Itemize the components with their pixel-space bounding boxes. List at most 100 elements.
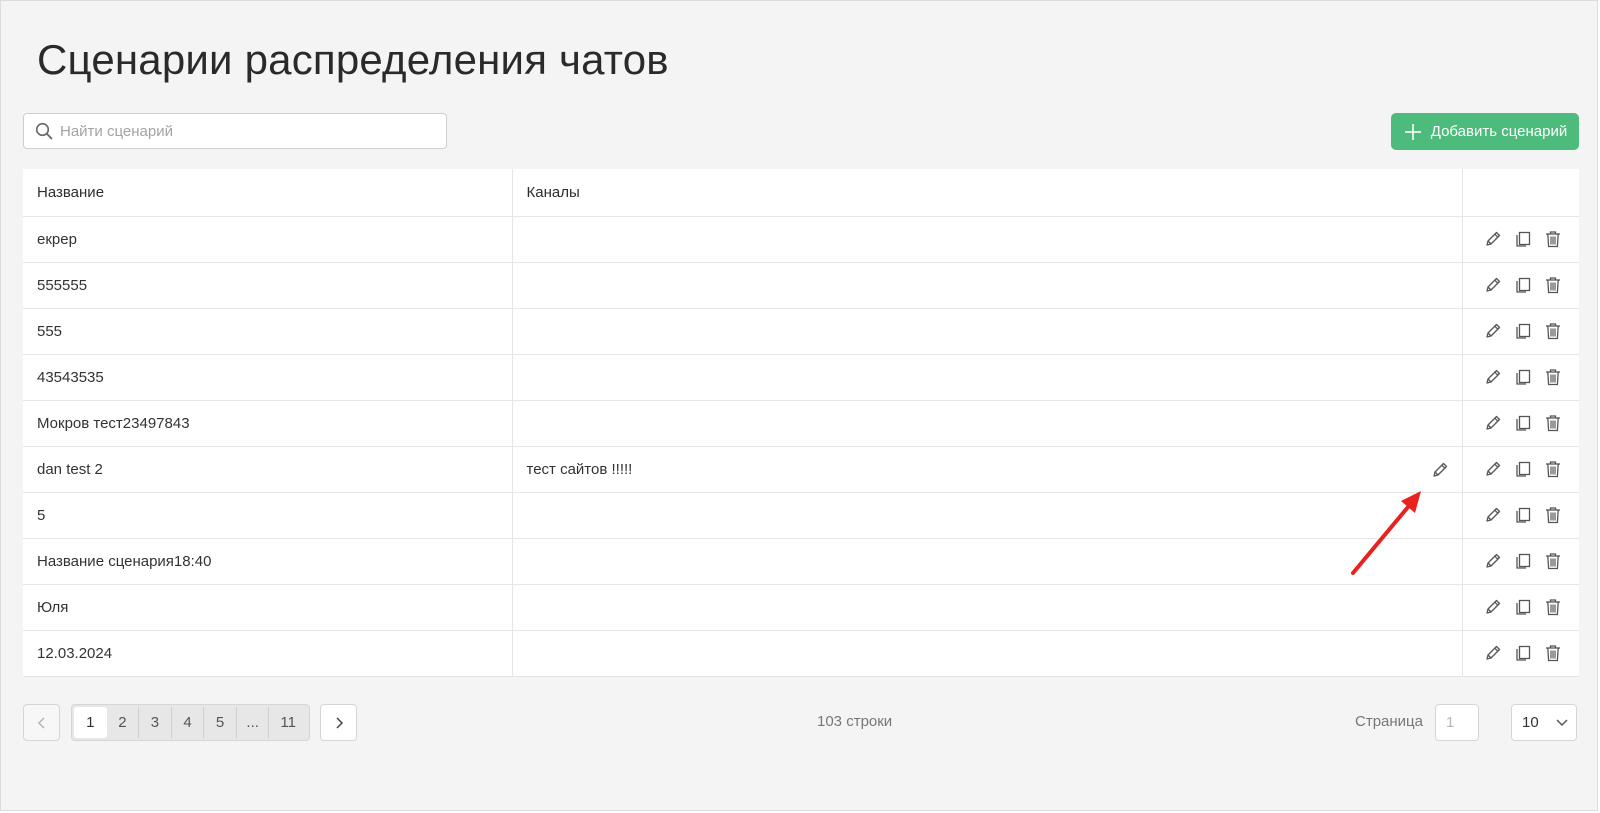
page-number[interactable]: 2 (107, 707, 140, 738)
page-title: Сценарии распределения чатов (37, 36, 669, 83)
page-label: Страница (1355, 713, 1423, 730)
chevron-right-icon (335, 716, 343, 729)
delete-icon[interactable] (1543, 505, 1563, 525)
delete-icon[interactable] (1543, 229, 1563, 249)
delete-icon[interactable] (1543, 597, 1563, 617)
table-row[interactable]: dan test 2 тест сайтов !!!!! (23, 446, 1579, 493)
edit-icon[interactable] (1483, 597, 1503, 617)
edit-icon[interactable] (1483, 551, 1503, 571)
copy-icon[interactable] (1513, 229, 1533, 249)
table-row[interactable]: 43543535 (23, 354, 1579, 401)
scenario-channels-cell (512, 492, 1463, 539)
delete-icon[interactable] (1543, 367, 1563, 387)
copy-icon[interactable] (1513, 413, 1533, 433)
scenario-name: 12.03.2024 (23, 630, 513, 677)
prev-page-button[interactable] (23, 704, 60, 741)
scenario-channels-cell (512, 262, 1463, 309)
copy-icon[interactable] (1513, 321, 1533, 341)
table-header-row: Название Каналы (23, 169, 1579, 217)
search-icon (34, 121, 54, 141)
scenario-channels-cell (512, 308, 1463, 355)
delete-icon[interactable] (1543, 551, 1563, 571)
scenario-name: dan test 2 (23, 446, 513, 493)
scenario-channels-cell (512, 630, 1463, 677)
per-page-value: 10 (1522, 714, 1539, 731)
scenario-name: 555555 (23, 262, 513, 309)
delete-icon[interactable] (1543, 275, 1563, 295)
edit-icon[interactable] (1483, 643, 1503, 663)
table-row[interactable]: 555555 (23, 262, 1579, 309)
scenario-channels-cell (512, 216, 1463, 263)
scenario-name: 43543535 (23, 354, 513, 401)
chevron-left-icon (37, 716, 45, 729)
copy-icon[interactable] (1513, 459, 1533, 479)
copy-icon[interactable] (1513, 643, 1533, 663)
copy-icon[interactable] (1513, 505, 1533, 525)
row-actions (1462, 630, 1579, 677)
plus-icon (1403, 122, 1423, 142)
edit-icon[interactable] (1483, 275, 1503, 295)
chevron-down-icon (1556, 718, 1568, 726)
row-actions (1462, 308, 1579, 355)
delete-icon[interactable] (1543, 413, 1563, 433)
row-actions (1462, 262, 1579, 309)
edit-icon[interactable] (1483, 229, 1503, 249)
page-frame: Сценарии распределения чатов Добавить сц… (0, 0, 1598, 811)
row-actions (1462, 584, 1579, 631)
scenario-channels-cell (512, 538, 1463, 585)
per-page-select[interactable]: 10 (1511, 704, 1577, 741)
row-actions (1462, 354, 1579, 401)
copy-icon[interactable] (1513, 551, 1533, 571)
scenario-name: Название сценария18:40 (23, 538, 513, 585)
scenario-channels-cell (512, 400, 1463, 447)
table-row[interactable]: Мокров тест23497843 (23, 400, 1579, 447)
edit-icon[interactable] (1483, 459, 1503, 479)
search-input[interactable] (60, 116, 430, 146)
delete-icon[interactable] (1543, 321, 1563, 341)
column-header-channels[interactable]: Каналы (512, 169, 1463, 217)
copy-icon[interactable] (1513, 275, 1533, 295)
page-ellipsis: ... (237, 707, 270, 738)
edit-icon[interactable] (1483, 505, 1503, 525)
page-number[interactable]: 4 (172, 707, 205, 738)
page-number-input[interactable] (1435, 704, 1479, 741)
edit-icon[interactable] (1483, 367, 1503, 387)
page-number[interactable]: 3 (139, 707, 172, 738)
column-header-name[interactable]: Название (23, 169, 513, 217)
table-row[interactable]: Название сценария18:40 (23, 538, 1579, 585)
next-page-button[interactable] (320, 704, 357, 741)
page-number[interactable]: 1 (74, 707, 107, 738)
row-actions (1462, 446, 1579, 493)
scenario-name: екрер (23, 216, 513, 263)
scenario-name: 5 (23, 492, 513, 539)
row-actions (1462, 492, 1579, 539)
column-header-actions (1462, 169, 1579, 217)
page-number[interactable]: 11 (269, 707, 307, 738)
scenario-channels-cell (512, 354, 1463, 401)
row-actions (1462, 216, 1579, 263)
page-number[interactable]: 5 (204, 707, 237, 738)
page-number-group: 1 2 3 4 5... 11 (71, 704, 310, 741)
edit-icon[interactable] (1483, 413, 1503, 433)
delete-icon[interactable] (1543, 459, 1563, 479)
table-row[interactable]: екрер (23, 216, 1579, 263)
scenario-channels: тест сайтов !!!!! (526, 460, 633, 478)
table-row[interactable]: 555 (23, 308, 1579, 355)
row-actions (1462, 400, 1579, 447)
rows-count: 103 строки (817, 713, 893, 730)
scenario-name: 555 (23, 308, 513, 355)
search-box[interactable] (23, 113, 447, 149)
copy-icon[interactable] (1513, 597, 1533, 617)
delete-icon[interactable] (1543, 643, 1563, 663)
copy-icon[interactable] (1513, 367, 1533, 387)
edit-channels-icon[interactable] (1430, 460, 1450, 480)
table-row[interactable]: 12.03.2024 (23, 630, 1579, 677)
row-actions (1462, 538, 1579, 585)
scenario-name: Мокров тест23497843 (23, 400, 513, 447)
scenario-name: Юля (23, 584, 513, 631)
edit-icon[interactable] (1483, 321, 1503, 341)
table-row[interactable]: Юля (23, 584, 1579, 631)
table-row[interactable]: 5 (23, 492, 1579, 539)
add-scenario-button[interactable]: Добавить сценарий (1391, 113, 1579, 150)
scenarios-table: Название Каналы екрер 555555 555 43543535 Мо… (23, 169, 1579, 677)
